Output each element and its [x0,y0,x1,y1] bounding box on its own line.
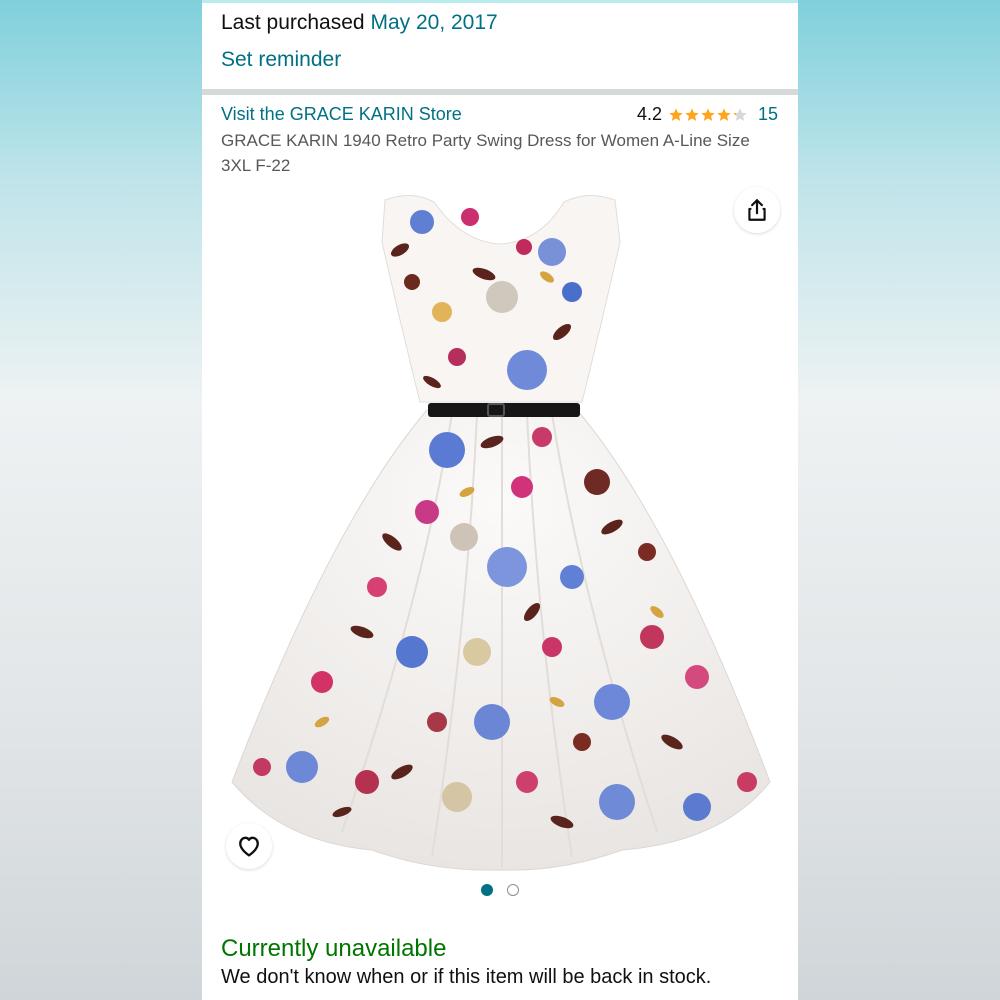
product-image-dress [202,182,798,876]
product-image-carousel[interactable] [202,182,798,876]
rating-count[interactable]: 15 [758,104,778,125]
product-title: GRACE KARIN 1940 Retro Party Swing Dress… [221,131,750,175]
rating-stars [668,107,748,123]
star-icon [685,107,699,121]
availability-message: We don't know when or if this item will … [221,966,712,988]
share-icon [748,199,766,221]
carousel-pagination [202,884,798,896]
last-purchased-line: Last purchased May 20, 2017 [221,11,498,35]
background-left [0,0,202,1000]
section-divider [202,89,798,95]
star-icon [717,107,731,121]
store-link[interactable]: Visit the GRACE KARIN Store [221,104,462,125]
rating-summary[interactable]: 4.2 15 [637,104,778,125]
star-icon [669,107,683,121]
wishlist-button[interactable] [226,823,272,869]
star-icon [701,107,715,121]
product-page: Last purchased May 20, 2017 Set reminder… [202,0,798,1000]
rating-value: 4.2 [636,104,662,124]
star-icon [733,107,747,121]
set-reminder-link[interactable]: Set reminder [221,48,341,72]
last-purchased-date[interactable]: May 20, 2017 [370,11,497,34]
carousel-dot-2[interactable] [507,884,519,896]
heart-icon [239,836,259,857]
purchase-history-card: Last purchased May 20, 2017 Set reminder [202,3,798,89]
carousel-dot-1[interactable] [481,884,493,896]
background-right [798,0,1000,1000]
share-button[interactable] [734,187,780,233]
last-purchased-label: Last purchased [221,11,365,34]
availability-status: Currently unavailable [221,935,447,962]
